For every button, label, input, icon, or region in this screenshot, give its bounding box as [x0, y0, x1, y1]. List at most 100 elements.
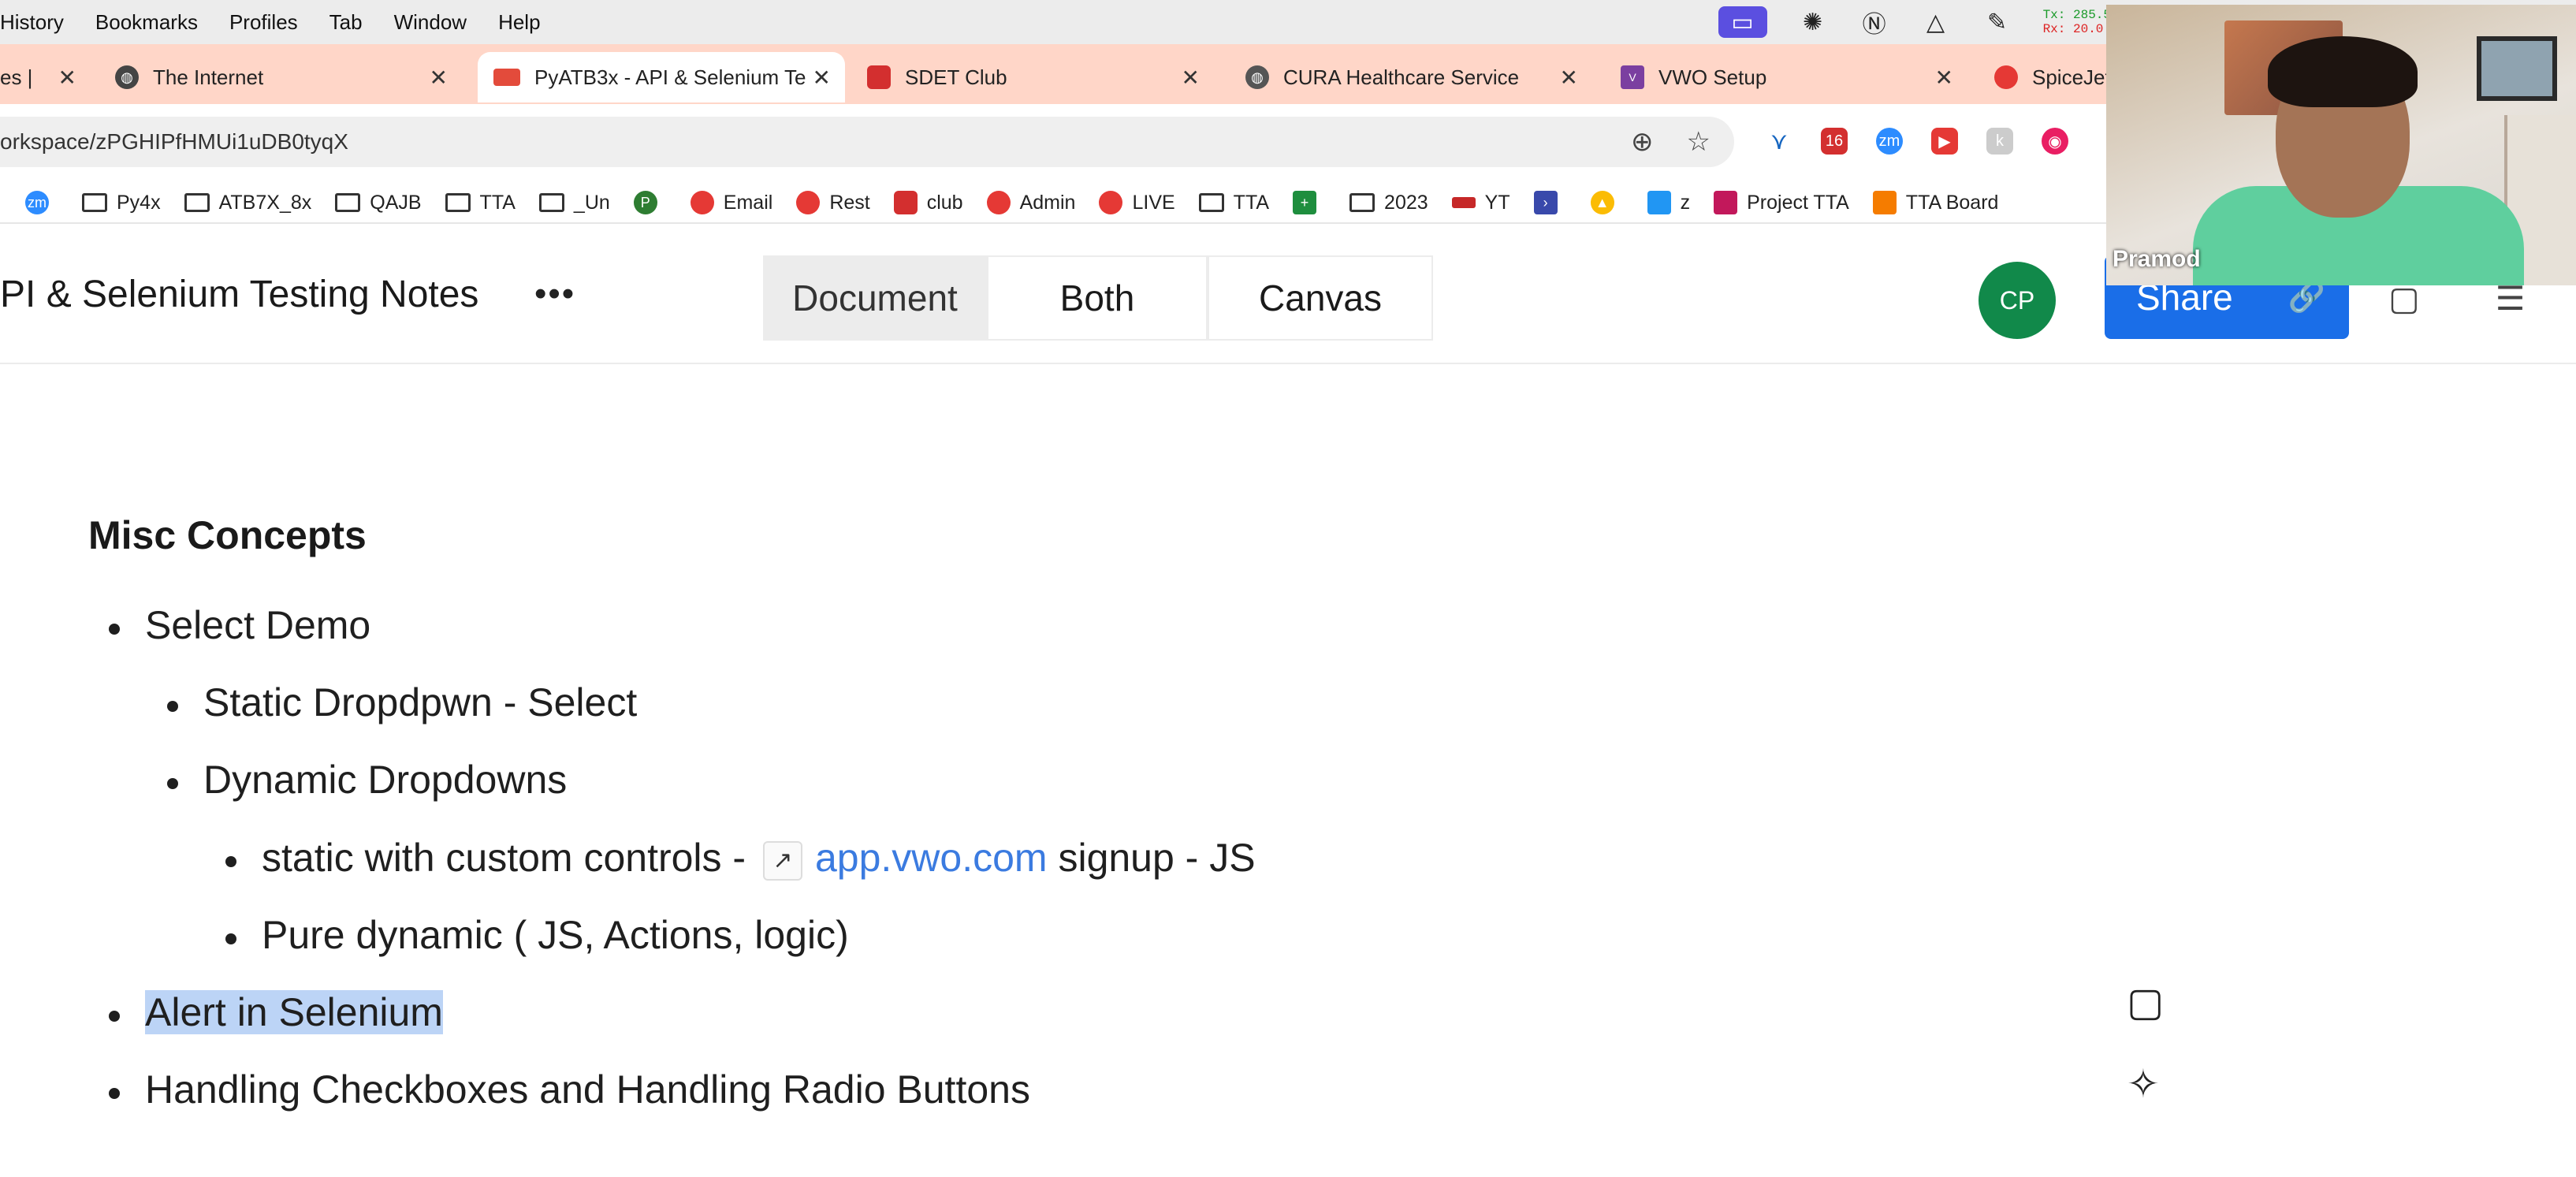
star-icon[interactable]: ☆ [1687, 126, 1711, 158]
bookmark-folder[interactable]: TTA [445, 192, 516, 214]
tab-label: PyATB3x - API & Selenium Te [534, 65, 806, 89]
bookmark-rest[interactable]: Rest [796, 191, 870, 214]
bookmark-admin[interactable]: Admin [986, 191, 1075, 214]
red-dot-icon [796, 191, 821, 214]
bookmark-folder[interactable]: 2023 [1349, 192, 1428, 214]
bookmark-folder[interactable]: TTA [1198, 192, 1269, 214]
more-options-icon[interactable]: ••• [534, 274, 575, 314]
address-bar[interactable]: orkspace/zPGHIPfHMUi1uDB0tyqX ⊕ ☆ [0, 117, 1734, 167]
url-text: orkspace/zPGHIPfHMUi1uDB0tyqX [0, 129, 348, 154]
mode-canvas[interactable]: Canvas [1208, 255, 1433, 341]
menu-history[interactable]: History [0, 10, 64, 35]
list-item[interactable]: Select Demo [108, 602, 370, 648]
triangle-icon[interactable]: △ [1920, 6, 1952, 38]
p-icon: P [633, 191, 657, 214]
vwo-link[interactable]: app.vwo.com [815, 836, 1048, 880]
close-icon[interactable]: ✕ [430, 65, 448, 91]
bookmark-label: club [926, 191, 963, 214]
bookmark-yt[interactable]: YT [1451, 192, 1510, 214]
zoom-extension-icon[interactable]: zm [1876, 128, 1903, 155]
bookmark-folder[interactable]: ATB7X_8x [184, 191, 312, 214]
close-icon[interactable]: ✕ [813, 65, 831, 91]
close-icon[interactable]: ✕ [1182, 65, 1200, 91]
bookmark-email[interactable]: Email [690, 191, 772, 214]
badge-extension-icon[interactable]: 16 [1821, 128, 1848, 155]
vee-extension-icon[interactable]: ⋎ [1766, 128, 1792, 155]
bookmark-folder[interactable]: QAJB [335, 191, 422, 214]
bookmark-z[interactable]: z [1647, 191, 1691, 214]
bookmark-label: Rest [829, 191, 870, 214]
vwo-icon: V [1621, 65, 1644, 89]
tab-the-internet[interactable]: ◍ The Internet ✕ [115, 52, 462, 102]
avatar[interactable]: CP [1979, 262, 2056, 339]
zoom-icon[interactable]: ⊕ [1631, 126, 1654, 158]
folder-icon [1198, 193, 1224, 212]
tab-0[interactable]: es | ✕ [0, 52, 91, 102]
bookmark-sheets[interactable]: + [1293, 191, 1326, 214]
list-item[interactable]: Alert in Selenium [109, 989, 443, 1035]
list-item[interactable]: Static Dropdpwn - Select [166, 680, 637, 725]
bookmark-drive[interactable]: ▲ [1590, 191, 1624, 214]
gear-icon[interactable]: ✺ [1797, 6, 1829, 38]
section-heading[interactable]: Misc Concepts [88, 512, 367, 558]
pen-icon[interactable]: ✎ [1982, 6, 2013, 38]
menu-window[interactable]: Window [394, 10, 467, 35]
bookmark-label: ATB7X_8x [218, 191, 312, 214]
bookmark-tta-board[interactable]: TTA Board [1872, 191, 1999, 214]
menu-help[interactable]: Help [498, 10, 540, 35]
picture-frame [2477, 36, 2557, 101]
folder-icon [335, 193, 361, 212]
color-extension-icon[interactable]: ◉ [2042, 128, 2068, 155]
bookmark-p[interactable]: P [633, 191, 667, 214]
bookmark-label: Py4x [117, 191, 161, 214]
tab-label: CURA Healthcare Service [1283, 65, 1520, 89]
grey-extension-icon[interactable]: k [1986, 128, 2013, 155]
bookmark-club[interactable]: club [893, 191, 963, 214]
sparkle-icon[interactable]: ✧ [2127, 1061, 2160, 1107]
mode-document[interactable]: Document [763, 255, 987, 341]
tab-spicejet[interactable]: SpiceJet [1994, 52, 2113, 102]
tab-pyatb3x[interactable]: PyATB3x - API & Selenium Te ✕ [478, 52, 845, 102]
tab-cura[interactable]: ◍ CURA Healthcare Service ✕ [1245, 52, 1592, 102]
status-tray: ▭ ✺ Ⓝ △ ✎ Tx: 285.5 Rx: 20.0 [1718, 6, 2111, 38]
bookmark-label: QAJB [370, 191, 422, 214]
project-icon [1714, 191, 1738, 214]
bookmark-label: z [1680, 191, 1691, 214]
list-item[interactable]: Pure dynamic ( JS, Actions, logic) [225, 912, 849, 958]
bookmark-folder[interactable]: _Un [538, 192, 610, 214]
bookmark-terminal[interactable]: › [1533, 191, 1567, 214]
tab-label: VWO Setup [1658, 65, 1767, 89]
bookmark-label: LIVE [1132, 191, 1175, 214]
selected-text[interactable]: Alert in Selenium [145, 990, 443, 1034]
tab-sdet-club[interactable]: SDET Club ✕ [867, 52, 1214, 102]
page-title[interactable]: PI & Selenium Testing Notes [0, 273, 478, 316]
comment-icon[interactable]: ▢ [2127, 979, 2164, 1025]
bookmark-label: Project TTA [1747, 191, 1849, 214]
external-link-icon[interactable]: ↗ [762, 840, 802, 881]
app-favicon-icon [493, 69, 520, 86]
list-item[interactable]: Dynamic Dropdowns [166, 757, 567, 803]
menu-bookmarks[interactable]: Bookmarks [95, 10, 198, 35]
globe-icon: ◍ [115, 65, 139, 89]
bookmark-folder[interactable]: Py4x [82, 192, 161, 214]
notion-icon[interactable]: Ⓝ [1859, 6, 1890, 38]
close-icon[interactable]: ✕ [58, 65, 76, 91]
bookmark-project-tta[interactable]: Project TTA [1714, 191, 1849, 214]
menu-profiles[interactable]: Profiles [229, 10, 298, 35]
menu-tab[interactable]: Tab [329, 10, 363, 35]
mode-both[interactable]: Both [987, 255, 1208, 341]
list-item[interactable]: Handling Checkboxes and Handling Radio B… [109, 1067, 1030, 1112]
board-icon [1872, 191, 1897, 214]
network-meter: Tx: 285.5 Rx: 20.0 [2043, 8, 2111, 36]
bookmark-label: TTA [479, 191, 516, 214]
bookmark-zoom[interactable]: zm [25, 191, 58, 214]
close-icon[interactable]: ✕ [1560, 65, 1578, 91]
z-icon [1647, 191, 1671, 214]
youtube-extension-icon[interactable]: ▶ [1931, 128, 1958, 155]
bookmark-label: TTA Board [1905, 191, 1999, 214]
tab-vwo-setup[interactable]: V VWO Setup ✕ [1621, 52, 1967, 102]
bookmark-live[interactable]: LIVE [1099, 191, 1175, 214]
screen-share-icon[interactable]: ▭ [1718, 6, 1767, 38]
list-item[interactable]: static with custom controls - ↗ app.vwo.c… [225, 835, 1256, 881]
close-icon[interactable]: ✕ [1935, 65, 1953, 91]
